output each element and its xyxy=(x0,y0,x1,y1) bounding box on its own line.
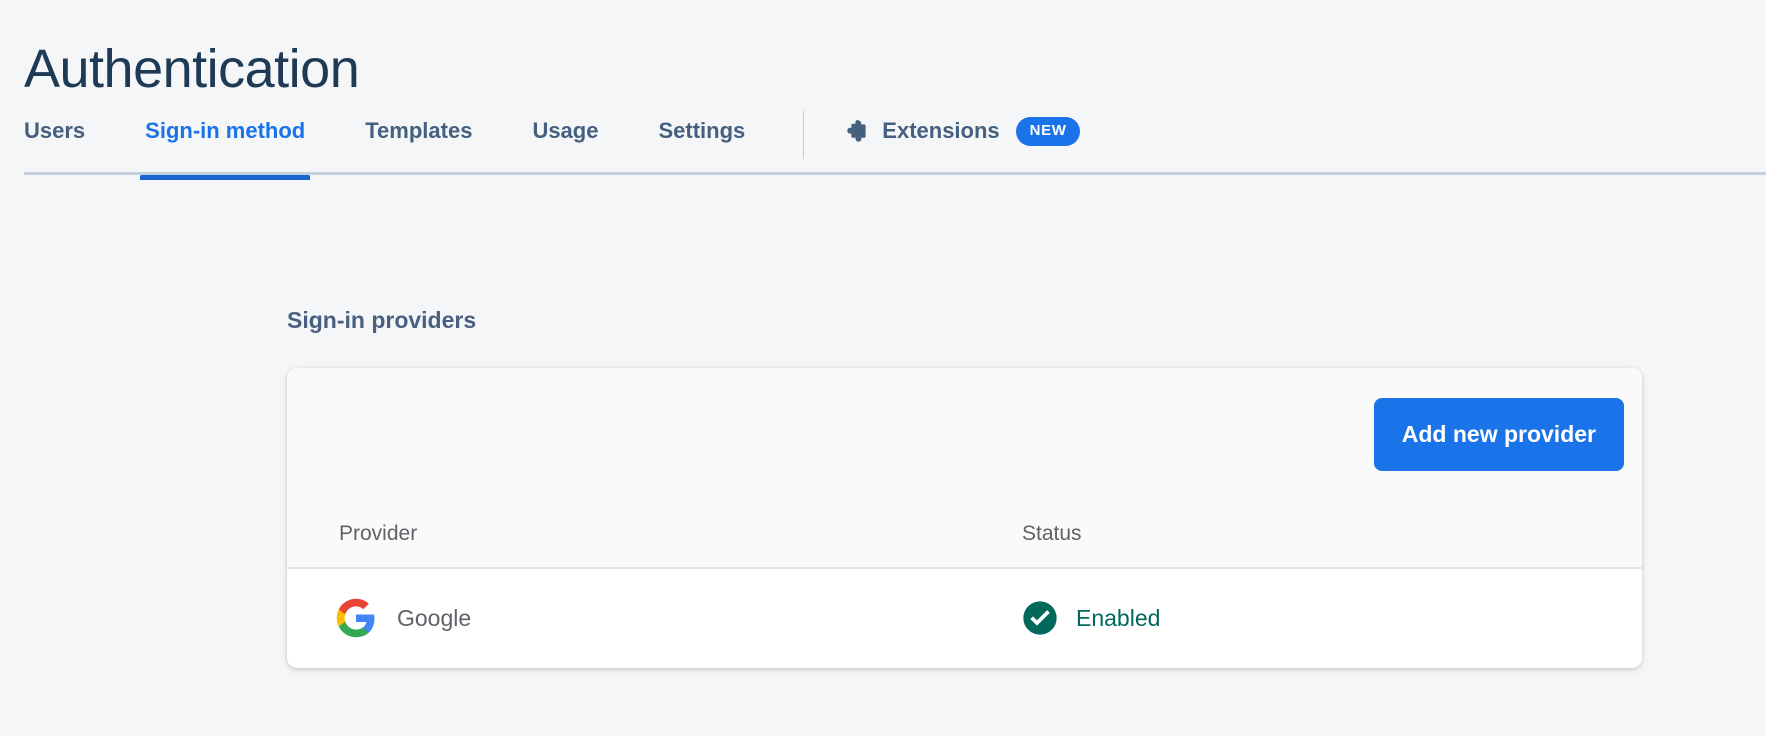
status-badge: NEW xyxy=(1015,116,1081,146)
authentication-page: Authentication Users Sign-in method Temp… xyxy=(0,0,1766,736)
tab-label: Sign-in method xyxy=(145,118,306,143)
status-cell: Enabled xyxy=(1020,598,1160,638)
check-circle-icon xyxy=(1020,598,1060,638)
table-row[interactable]: Google Enabled xyxy=(287,569,1642,667)
section-heading: Sign-in providers xyxy=(287,307,477,334)
column-header-provider: Provider xyxy=(339,522,418,545)
tab-label: Usage xyxy=(532,118,599,143)
tab-sign-in-method[interactable]: Sign-in method xyxy=(140,118,311,180)
tab-templates[interactable]: Templates xyxy=(365,118,473,162)
sign-in-providers-card: Add new provider Provider Status Google xyxy=(287,368,1642,668)
card-toolbar: Add new provider xyxy=(287,368,1642,501)
provider-cell: Google xyxy=(335,597,471,639)
table-header-row: Provider Status xyxy=(287,501,1642,569)
column-header-status: Status xyxy=(1022,522,1082,545)
tab-users[interactable]: Users xyxy=(24,118,86,162)
status-label: Enabled xyxy=(1076,604,1161,631)
tab-settings[interactable]: Settings xyxy=(658,118,746,162)
page-title: Authentication xyxy=(24,39,360,100)
add-new-provider-button[interactable]: Add new provider xyxy=(1373,398,1624,471)
tab-label: Extensions xyxy=(882,118,1000,143)
tab-label: Templates xyxy=(365,118,473,143)
tab-label: Settings xyxy=(658,118,746,143)
tab-extensions[interactable]: Extensions NEW xyxy=(844,116,1081,162)
puzzle-piece-icon xyxy=(844,118,870,144)
tab-label: Users xyxy=(24,118,86,143)
tab-divider xyxy=(803,111,805,159)
provider-name: Google xyxy=(397,604,472,631)
google-logo-icon xyxy=(335,597,377,639)
tab-bar-underline xyxy=(24,172,1766,175)
tab-usage[interactable]: Usage xyxy=(532,118,599,162)
tab-list: Users Sign-in method Templates Usage Set… xyxy=(24,110,1081,180)
tab-bar: Users Sign-in method Templates Usage Set… xyxy=(0,110,1766,200)
